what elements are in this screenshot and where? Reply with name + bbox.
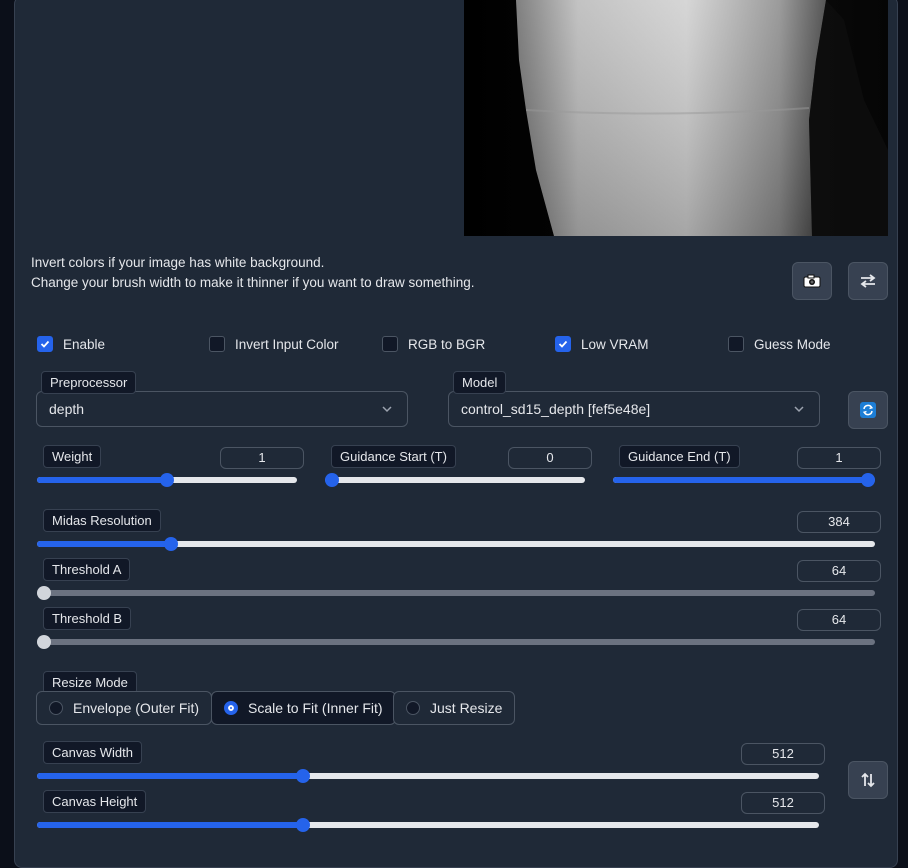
checkbox-label: Invert Input Color bbox=[235, 336, 339, 352]
midas-resolution-number-input[interactable]: 384 bbox=[797, 511, 881, 533]
radio-label: Envelope (Outer Fit) bbox=[73, 700, 200, 716]
weight-number-input[interactable]: 1 bbox=[220, 447, 304, 469]
checkbox-lowvram-box[interactable] bbox=[555, 336, 571, 352]
checkbox-label: Guess Mode bbox=[754, 336, 831, 352]
midas-resolution-slider[interactable] bbox=[37, 537, 875, 551]
low-vram-checkbox[interactable]: Low VRAM bbox=[555, 336, 649, 352]
camera-button[interactable] bbox=[792, 262, 832, 300]
checkbox-label: Low VRAM bbox=[581, 336, 649, 352]
canvas-height-slider-fill bbox=[37, 822, 303, 828]
enable-checkbox[interactable]: Enable bbox=[37, 336, 105, 352]
model-value: control_sd15_depth [fef5e48e] bbox=[461, 401, 651, 417]
hint-brush-width: Change your brush width to make it thinn… bbox=[31, 275, 475, 290]
guidance-end-number-input[interactable]: 1 bbox=[797, 447, 881, 469]
midas-resolution-slider-fill bbox=[37, 541, 171, 547]
canvas-width-number-input[interactable]: 512 bbox=[741, 743, 825, 765]
guidance-start-slider-thumb[interactable] bbox=[325, 473, 339, 487]
swap-vertical-icon bbox=[861, 772, 875, 788]
guidance-start-label: Guidance Start (T) bbox=[331, 445, 456, 468]
invert-input-color-checkbox[interactable]: Invert Input Color bbox=[209, 336, 339, 352]
hint-invert-colors: Invert colors if your image has white ba… bbox=[31, 255, 325, 270]
threshold-b-slider[interactable] bbox=[37, 635, 875, 649]
guidance-end-slider-fill bbox=[613, 477, 875, 483]
preprocessor-label: Preprocessor bbox=[41, 371, 137, 394]
swap-dimensions-button[interactable] bbox=[848, 761, 888, 799]
midas-resolution-slider-thumb[interactable] bbox=[164, 537, 178, 551]
threshold-b-number-input[interactable]: 64 bbox=[797, 609, 881, 631]
guidance-end-slider[interactable] bbox=[613, 473, 875, 487]
radio-dot-selected[interactable] bbox=[224, 701, 238, 715]
canvas-height-slider[interactable] bbox=[37, 818, 819, 832]
chevron-down-icon bbox=[382, 406, 392, 413]
camera-icon bbox=[803, 274, 821, 288]
checkbox-enable-box[interactable] bbox=[37, 336, 53, 352]
resize-option-just-resize[interactable]: Just Resize bbox=[393, 691, 516, 725]
threshold-a-slider-thumb[interactable] bbox=[37, 586, 51, 600]
depth-map-preview[interactable] bbox=[464, 0, 888, 236]
checkbox-invert-box[interactable] bbox=[209, 336, 225, 352]
model-label: Model bbox=[453, 371, 507, 394]
swap-arrows-icon bbox=[860, 274, 876, 288]
canvas-height-number-input[interactable]: 512 bbox=[741, 792, 825, 814]
rgb-to-bgr-checkbox[interactable]: RGB to BGR bbox=[382, 336, 485, 352]
weight-slider-thumb[interactable] bbox=[160, 473, 174, 487]
radio-label: Just Resize bbox=[430, 700, 503, 716]
midas-resolution-label: Midas Resolution bbox=[43, 509, 161, 532]
threshold-a-number-input[interactable]: 64 bbox=[797, 560, 881, 582]
swap-button[interactable] bbox=[848, 262, 888, 300]
canvas-width-slider-thumb[interactable] bbox=[296, 769, 310, 783]
radio-label: Scale to Fit (Inner Fit) bbox=[248, 700, 383, 716]
threshold-b-slider-thumb[interactable] bbox=[37, 635, 51, 649]
guidance-start-number-input[interactable]: 0 bbox=[508, 447, 592, 469]
chevron-down-icon bbox=[794, 406, 804, 413]
model-dropdown[interactable]: control_sd15_depth [fef5e48e] bbox=[448, 391, 820, 427]
guess-mode-checkbox[interactable]: Guess Mode bbox=[728, 336, 831, 352]
guidance-end-slider-thumb[interactable] bbox=[861, 473, 875, 487]
threshold-a-slider[interactable] bbox=[37, 586, 875, 600]
checkbox-rgb-box[interactable] bbox=[382, 336, 398, 352]
checkbox-guess-box[interactable] bbox=[728, 336, 744, 352]
canvas-height-label: Canvas Height bbox=[43, 790, 147, 813]
guidance-start-slider[interactable] bbox=[325, 473, 585, 487]
checkbox-label: RGB to BGR bbox=[408, 336, 486, 352]
canvas-height-slider-thumb[interactable] bbox=[296, 818, 310, 832]
weight-slider[interactable] bbox=[37, 473, 297, 487]
weight-label: Weight bbox=[43, 445, 102, 468]
radio-dot[interactable] bbox=[49, 701, 63, 715]
weight-slider-fill bbox=[37, 477, 167, 483]
canvas-width-label: Canvas Width bbox=[43, 741, 142, 764]
canvas-width-slider[interactable] bbox=[37, 769, 819, 783]
canvas-width-slider-fill bbox=[37, 773, 303, 779]
refresh-icon bbox=[860, 402, 876, 418]
resize-option-envelope[interactable]: Envelope (Outer Fit) bbox=[36, 691, 213, 725]
preprocessor-value: depth bbox=[49, 401, 85, 417]
threshold-b-label: Threshold B bbox=[43, 607, 132, 630]
guidance-end-label: Guidance End (T) bbox=[619, 445, 740, 468]
preprocessor-dropdown[interactable]: depth bbox=[36, 391, 408, 427]
radio-dot[interactable] bbox=[406, 701, 420, 715]
resize-option-scale-to-fit[interactable]: Scale to Fit (Inner Fit) bbox=[211, 691, 396, 725]
canvas-hints: Invert colors if your image has white ba… bbox=[31, 253, 474, 293]
checkbox-label: Enable bbox=[63, 336, 106, 352]
refresh-models-button[interactable] bbox=[848, 391, 888, 429]
threshold-a-label: Threshold A bbox=[43, 558, 131, 581]
